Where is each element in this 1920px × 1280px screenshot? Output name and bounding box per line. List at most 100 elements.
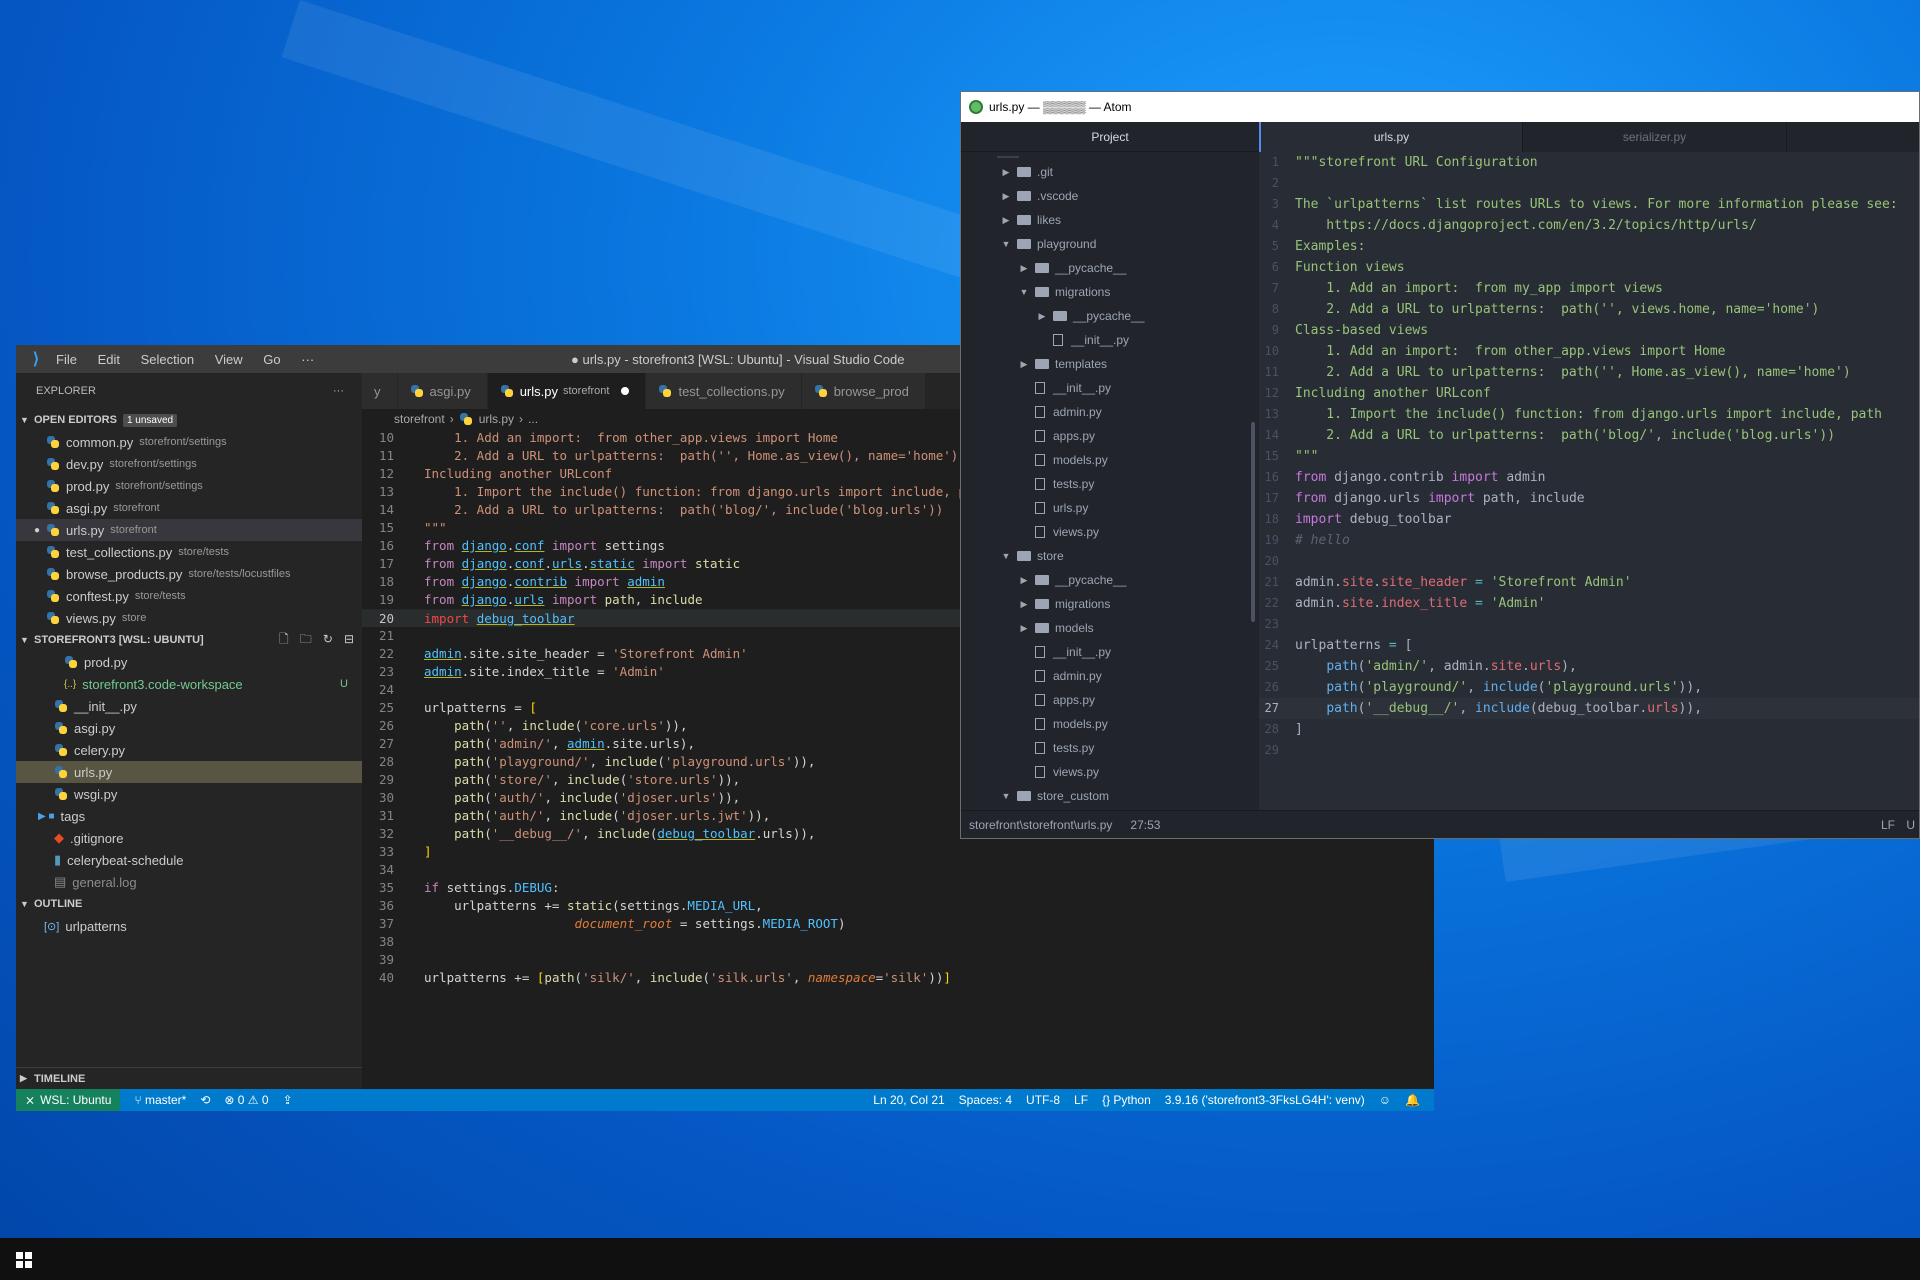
tab-browse-products[interactable]: browse_prod — [801, 373, 926, 409]
chevron-down-icon[interactable]: ▼ — [999, 551, 1013, 561]
open-editor-item[interactable]: common.py storefront/settings — [16, 431, 362, 453]
live-share-icon[interactable]: ⇪ — [283, 1093, 293, 1107]
python-interpreter[interactable]: 3.9.16 ('storefront3-3FksLG4H': venv) — [1165, 1093, 1365, 1107]
tree-file[interactable]: admin.py — [961, 664, 1259, 688]
tree-folder[interactable]: ▶ __pycache__ — [961, 568, 1259, 592]
workspace-item[interactable]: ▮ celerybeat-schedule — [16, 849, 362, 871]
tree-folder[interactable]: ▼ store — [961, 544, 1259, 568]
breadcrumb-symbol[interactable]: ... — [528, 412, 538, 426]
tree-folder[interactable]: ▶ __pycache__ — [961, 304, 1259, 328]
menu-view[interactable]: View — [215, 352, 243, 367]
tab-asgi[interactable]: asgi.py — [397, 373, 488, 409]
branch-indicator[interactable]: ⑂ master* — [134, 1093, 186, 1107]
atom-code[interactable]: 1 """storefront URL Configuration 2 3 The … — [1259, 152, 1919, 761]
tab-test-collections[interactable]: test_collections.py — [646, 373, 802, 409]
tab-partial[interactable]: y — [362, 373, 398, 409]
chevron-right-icon[interactable]: ▶ — [1017, 263, 1031, 274]
open-editor-item[interactable]: conftest.py store/tests — [16, 585, 362, 607]
menu-more[interactable]: ··· — [301, 352, 314, 367]
open-editor-item[interactable]: asgi.py storefront — [16, 497, 362, 519]
file-path[interactable]: storefront\storefront\urls.py — [969, 818, 1112, 832]
tree-folder[interactable]: ▼ playground — [961, 232, 1259, 256]
breadcrumb-folder[interactable]: storefront — [394, 412, 445, 426]
tree-file[interactable]: admin.py — [961, 400, 1259, 424]
tree-file[interactable]: views.py — [961, 760, 1259, 784]
workspace-item[interactable]: __init__.py — [16, 695, 362, 717]
tree-folder[interactable]: ▶ __pycache__ — [961, 256, 1259, 280]
chevron-right-icon[interactable]: ▶ — [1035, 311, 1049, 322]
workspace-item[interactable]: asgi.py — [16, 717, 362, 739]
chevron-right-icon[interactable]: ▶ — [1017, 359, 1031, 370]
atom-tab-urls[interactable]: urls.py — [1259, 122, 1523, 152]
sync-icon[interactable]: ⟲ — [200, 1093, 210, 1107]
cursor-position[interactable]: 27:53 — [1130, 818, 1160, 832]
tree-folder[interactable]: ▶ migrations — [961, 592, 1259, 616]
chevron-right-icon[interactable]: ▶ — [999, 215, 1013, 226]
tree-file[interactable]: tests.py — [961, 472, 1259, 496]
workspace-item[interactable]: wsgi.py — [16, 783, 362, 805]
language-mode[interactable]: {} Python — [1102, 1093, 1151, 1107]
tree-file[interactable]: urls.py — [961, 496, 1259, 520]
tree-file[interactable]: models.py — [961, 712, 1259, 736]
chevron-right-icon[interactable]: ▶ — [1017, 599, 1031, 610]
refresh-icon[interactable]: ↻ — [323, 632, 333, 646]
open-editor-item[interactable]: dev.py storefront/settings — [16, 453, 362, 475]
timeline-header[interactable]: ▶ TIMELINE — [16, 1067, 362, 1089]
line-ending[interactable]: LF — [1881, 818, 1895, 832]
chevron-right-icon[interactable]: ▶ — [999, 191, 1013, 202]
outline-header[interactable]: ▼ OUTLINE — [16, 893, 362, 915]
workspace-item[interactable]: celery.py — [16, 739, 362, 761]
workspace-item[interactable]: prod.py — [16, 651, 362, 673]
indentation[interactable]: Spaces: 4 — [959, 1093, 1012, 1107]
tree-file[interactable]: __init__.py — [961, 640, 1259, 664]
outline-item[interactable]: [⊙] urlpatterns — [16, 915, 362, 937]
chevron-down-icon[interactable]: ▼ — [1017, 287, 1031, 297]
chevron-down-icon[interactable]: ▼ — [999, 239, 1013, 249]
collapse-all-icon[interactable]: ⊟ — [344, 632, 354, 646]
chevron-right-icon[interactable]: ▶ — [999, 167, 1013, 178]
open-editor-item[interactable]: views.py store — [16, 607, 362, 629]
atom-tab-serializer[interactable]: serializer.py — [1523, 122, 1787, 152]
chevron-right-icon[interactable]: ▶ — [1017, 575, 1031, 586]
problems-indicator[interactable]: ⊗ 0 ⚠ 0 — [224, 1093, 268, 1107]
bell-icon[interactable]: 🔔 — [1405, 1093, 1420, 1107]
more-actions-icon[interactable]: ··· — [333, 385, 344, 397]
unsaved-dot-icon[interactable]: ● — [34, 525, 46, 536]
workspace-header[interactable]: ▼ STOREFRONT3 [WSL: UBUNTU] 🗋 🗀 ↻ ⊟ — [16, 629, 362, 651]
tree-folder[interactable]: ▼ store_custom — [961, 784, 1259, 808]
tree-folder[interactable]: ▶ .git — [961, 160, 1259, 184]
windows-start-icon[interactable] — [16, 1252, 32, 1268]
encoding[interactable]: UTF-8 — [1026, 1093, 1060, 1107]
tree-folder[interactable]: ▶ templates — [961, 352, 1259, 376]
tree-file[interactable]: views.py — [961, 520, 1259, 544]
tree-scrollbar[interactable] — [1251, 422, 1255, 622]
tree-file[interactable]: tests.py — [961, 736, 1259, 760]
tab-urls[interactable]: urls.py storefront — [487, 373, 647, 409]
open-editor-item[interactable]: prod.py storefront/settings — [16, 475, 362, 497]
open-editor-item[interactable]: ● urls.py storefront — [16, 519, 362, 541]
tree-file[interactable]: apps.py — [961, 424, 1259, 448]
line-ending[interactable]: LF — [1074, 1093, 1088, 1107]
tree-file[interactable]: models.py — [961, 448, 1259, 472]
feedback-icon[interactable]: ☺ — [1379, 1093, 1391, 1107]
open-editors-header[interactable]: ▼ OPEN EDITORS 1 unsaved — [16, 409, 362, 431]
remote-indicator[interactable]: ⨯ WSL: Ubuntu — [16, 1089, 121, 1111]
workspace-item[interactable]: {..} storefront3.code-workspace U — [16, 673, 362, 695]
unsaved-dot-icon[interactable] — [621, 387, 630, 395]
new-file-icon[interactable]: 🗋 — [279, 632, 289, 646]
workspace-item[interactable]: ◆ .gitignore — [16, 827, 362, 849]
workspace-item[interactable]: ▶ ■ tags — [16, 805, 362, 827]
open-editor-item[interactable]: browse_products.py store/tests/locustfile… — [16, 563, 362, 585]
breadcrumb-file[interactable]: urls.py — [479, 412, 514, 426]
tree-folder[interactable]: ▼ migrations — [961, 280, 1259, 304]
tree-folder[interactable]: ▶ models — [961, 616, 1259, 640]
open-editor-item[interactable]: test_collections.py store/tests — [16, 541, 362, 563]
tree-file[interactable]: __init__.py — [961, 376, 1259, 400]
tree-folder[interactable]: ▶ .vscode — [961, 184, 1259, 208]
tree-file[interactable]: __init__.py — [961, 328, 1259, 352]
menu-edit[interactable]: Edit — [98, 352, 120, 367]
new-folder-icon[interactable]: 🗀 — [300, 632, 312, 646]
cursor-position[interactable]: Ln 20, Col 21 — [873, 1093, 944, 1107]
chevron-down-icon[interactable]: ▼ — [999, 791, 1013, 801]
tree-folder[interactable]: ▶ likes — [961, 208, 1259, 232]
